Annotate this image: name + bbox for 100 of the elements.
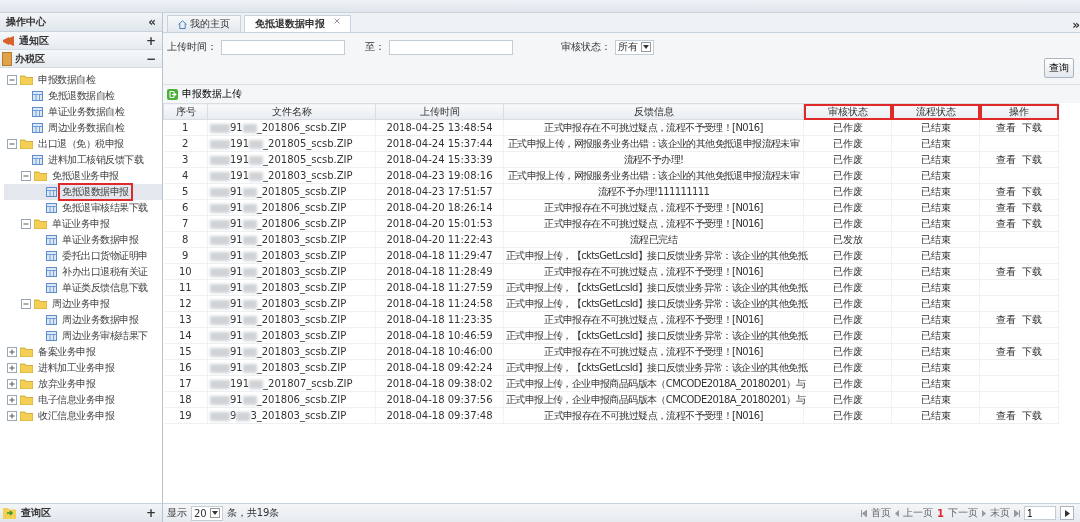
action-link[interactable]: 下载 [1022, 345, 1042, 357]
action-link[interactable]: 查看 [996, 185, 1016, 197]
column-header: 上传时间 [375, 103, 504, 120]
section-title[interactable]: 通知区 [19, 33, 143, 48]
tree-folder[interactable]: 收汇信息业务申报 [36, 409, 116, 423]
action-link[interactable]: 查看 [996, 217, 1016, 229]
table-cell: 2018-04-18 09:37:56 [375, 391, 504, 408]
action-link[interactable]: 查看 [996, 265, 1016, 277]
table-icon [46, 315, 57, 325]
action-link[interactable]: 下载 [1022, 265, 1042, 277]
tree-item[interactable]: 周边业务数据自检 [46, 121, 126, 135]
tree-folder[interactable]: 申报数据自检 [36, 73, 97, 87]
table-cell: 已作废 [803, 407, 892, 424]
toggle-button[interactable]: + [145, 33, 156, 48]
next-page-link[interactable]: 下一页 [948, 506, 978, 520]
field-label: 至： [365, 40, 385, 54]
go-button[interactable] [1060, 506, 1074, 520]
toggle-button[interactable]: − [145, 51, 156, 66]
tree-item[interactable]: 免抵退数据自检 [46, 89, 117, 103]
tree-item[interactable]: 单证类反馈信息下载 [60, 281, 150, 295]
action-link[interactable]: 下载 [1022, 121, 1042, 133]
redaction-blur [210, 123, 230, 133]
redaction-blur [210, 315, 230, 325]
toggle-button[interactable]: + [145, 506, 156, 520]
collapse-icon[interactable] [7, 75, 17, 85]
table-cell: 4 [163, 167, 208, 184]
action-link[interactable]: 下载 [1022, 217, 1042, 229]
table-cell: 2018-04-18 10:46:00 [375, 343, 504, 360]
redaction-blur [242, 347, 257, 357]
table-cell: 已结束 [891, 375, 980, 392]
expand-icon[interactable] [7, 379, 17, 389]
first-page-link[interactable]: 首页 [871, 506, 892, 520]
tree-item[interactable]: 委托出口货物证明申 [60, 249, 150, 263]
expand-icon[interactable] [7, 395, 17, 405]
tree-item[interactable]: 补办出口退税有关证 [60, 265, 150, 279]
page-number-field[interactable]: 1 [1024, 506, 1056, 520]
table-cell: 已作废 [803, 151, 892, 168]
tree-folder[interactable]: 出口退（免）税申报 [36, 137, 126, 151]
redaction-blur [236, 411, 251, 421]
tree-item[interactable]: 单证业务数据申报 [60, 233, 140, 247]
upload-button[interactable]: 申报数据上传 [167, 87, 242, 101]
prev-page-link[interactable]: 上一页 [903, 506, 934, 520]
action-link[interactable]: 下载 [1022, 185, 1042, 197]
redaction-blur [210, 331, 230, 341]
tree-item[interactable]: 免抵退审核结果下载 [60, 201, 150, 215]
redaction-blur [210, 203, 230, 213]
table-cell: 已结束 [891, 343, 980, 360]
tree-folder[interactable]: 进料加工业务申报 [36, 361, 116, 375]
expand-icon[interactable] [7, 363, 17, 373]
section-title[interactable]: 办税区 [15, 51, 143, 66]
search-button[interactable]: 查询 [1044, 58, 1074, 78]
tab[interactable]: 免抵退数据申报 [244, 15, 351, 32]
collapse-icon[interactable] [21, 171, 31, 181]
tree-folder[interactable]: 备案业务申报 [36, 345, 97, 359]
redaction-blur [210, 283, 230, 293]
redaction-blur [210, 363, 230, 373]
start-date-field[interactable] [221, 39, 345, 55]
tree-item[interactable]: 周边业务审核结果下 [60, 329, 150, 343]
column-header: 反馈信息 [503, 103, 804, 120]
table-cell: 已发放 [803, 231, 892, 248]
tree-folder[interactable]: 放弃业务申报 [36, 377, 97, 391]
action-link[interactable]: 下载 [1022, 201, 1042, 213]
table-cell: 3 [163, 151, 208, 168]
tree-item[interactable]: 进料加工核销反馈下载 [46, 153, 145, 167]
action-link[interactable]: 查看 [996, 409, 1016, 421]
action-link[interactable]: 下载 [1022, 153, 1042, 165]
table-cell: 已作废 [803, 263, 892, 280]
action-link[interactable]: 查看 [996, 201, 1016, 213]
collapse-icon[interactable] [7, 139, 17, 149]
action-link[interactable]: 查看 [996, 121, 1016, 133]
end-date-field[interactable] [389, 39, 513, 55]
table-cell: 正式申报存在不可挑过疑点，流程不予受理！[N016] [503, 311, 804, 328]
tree-item[interactable]: 单证业务数据自检 [46, 105, 126, 119]
tab-menu-button[interactable]: » [1072, 18, 1080, 32]
action-link[interactable]: 下载 [1022, 313, 1042, 325]
table-cell: 2018-04-24 15:33:39 [375, 151, 504, 168]
table-cell: 2018-04-23 19:08:16 [375, 167, 504, 184]
last-page-link[interactable]: 末页 [990, 506, 1010, 520]
action-link[interactable]: 查看 [996, 313, 1016, 325]
tree-folder[interactable]: 周边业务申报 [50, 297, 111, 311]
collapse-button[interactable]: « [148, 15, 156, 29]
action-link[interactable]: 查看 [996, 153, 1016, 165]
collapse-icon[interactable] [21, 219, 31, 229]
tree-item[interactable]: 周边业务数据申报 [60, 313, 140, 327]
expand-icon[interactable] [7, 411, 17, 421]
current-page[interactable]: 1 [937, 507, 944, 519]
section-title[interactable]: 查询区 [21, 506, 142, 520]
table-cell: 流程已完结 [503, 231, 804, 248]
table-cell: 流程不予办理!111111111 [503, 183, 804, 200]
tree-folder[interactable]: 单证业务申报 [50, 217, 111, 231]
status-select[interactable]: 所有 [615, 39, 654, 55]
expand-icon[interactable] [7, 347, 17, 357]
tree-folder[interactable]: 电子信息业务申报 [36, 393, 116, 407]
close-icon[interactable] [334, 18, 340, 24]
action-link[interactable]: 下载 [1022, 409, 1042, 421]
page-size-select[interactable]: 20 [191, 505, 223, 521]
tree-folder[interactable]: 免抵退业务申报 [50, 169, 121, 183]
collapse-icon[interactable] [21, 299, 31, 309]
action-link[interactable]: 查看 [996, 345, 1016, 357]
tab[interactable]: 我的主页 [167, 15, 241, 32]
